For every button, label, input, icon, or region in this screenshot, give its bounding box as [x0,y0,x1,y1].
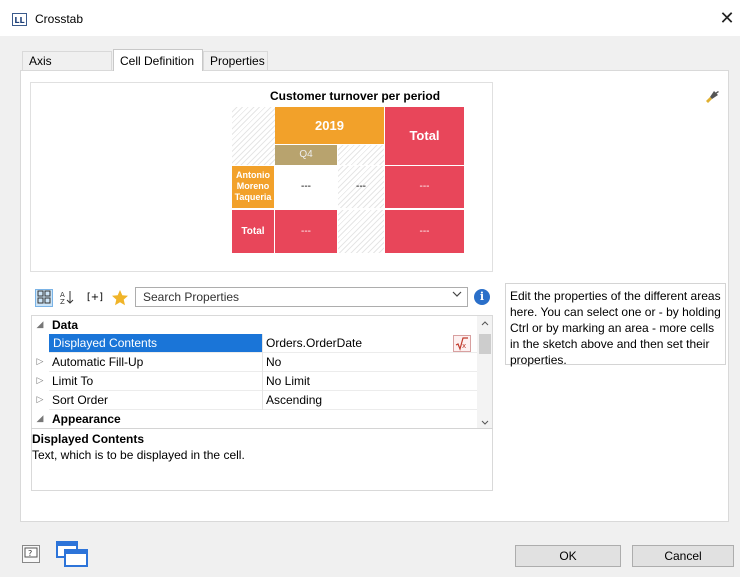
collapse-icon[interactable]: ◢ [34,316,46,335]
row-divider [49,371,477,372]
description-box: Edit the properties of the different are… [505,283,726,367]
grand-total-cell[interactable]: --- [385,210,464,253]
search-input[interactable]: Search Properties [135,287,468,307]
help-divider [31,428,493,429]
column-total-header-cell[interactable]: Total [385,107,464,165]
tab-properties[interactable]: Properties [203,51,268,70]
sort-az-icon[interactable]: AZ [58,289,76,307]
sketch-empty-corner [232,107,275,165]
property-grid-scrollbar[interactable] [477,316,492,428]
app-icon: LL [12,13,27,26]
paintbrush-icon[interactable] [703,88,721,106]
scroll-up-icon[interactable] [480,318,490,328]
scroll-down-icon[interactable] [480,416,490,426]
column-header-cell[interactable]: 2019 [275,107,384,144]
search-dropdown-chevron-icon[interactable] [449,289,465,305]
expand-icon[interactable]: ▷ [34,353,46,372]
row-divider [49,390,477,391]
row-divider [49,352,477,353]
formula-icon[interactable]: x [453,335,471,352]
categorized-view-icon[interactable] [35,289,53,307]
expand-icon[interactable]: ▷ [34,391,46,410]
column-subheader-cell[interactable]: Q4 [275,145,337,165]
property-row-sort-order[interactable]: ▷ Sort Order Ascending [32,391,477,410]
property-row-displayed-contents[interactable]: Displayed Contents Orders.OrderDate [32,334,477,353]
expand-icon[interactable]: ▷ [34,372,46,391]
title-bar: LL Crosstab ✕ [0,0,740,36]
tab-cell-definition[interactable]: Cell Definition [113,49,203,71]
expand-all-icon[interactable]: [+] [84,289,106,307]
property-row-limit-to[interactable]: ▷ Limit To No Limit [32,372,477,391]
category-data[interactable]: ◢ Data [32,316,477,335]
cancel-button[interactable]: Cancel [632,545,734,567]
row-total-header-cell[interactable]: Total [232,210,274,253]
row-header-cell[interactable]: Antonio Moreno Taqueria [232,166,274,208]
sketch-empty-subheader [338,145,384,165]
help-title: Displayed Contents [32,432,145,446]
help-text: Text, which is to be displayed in the ce… [32,448,245,462]
svg-text:x: x [462,342,466,350]
column-splitter[interactable] [262,334,263,410]
tab-axis-definition[interactable]: Axis Definition [22,51,112,87]
sketch-empty-cell [338,210,384,253]
favorites-star-icon[interactable] [111,289,129,307]
property-value[interactable]: Orders.OrderDate [266,334,362,353]
category-appearance[interactable]: ◢ Appearance [32,410,477,429]
info-icon[interactable]: i [474,289,490,305]
data-cell[interactable]: --- [275,166,337,208]
help-icon[interactable]: ? [22,545,40,563]
svg-text:Z: Z [60,298,65,305]
property-name: Displayed Contents [53,336,158,350]
data-cell-sub[interactable]: --- [338,166,384,208]
sketch-title: Customer turnover per period [270,89,441,103]
close-icon[interactable]: ✕ [715,8,739,29]
row-divider [49,409,477,410]
row-total-cell[interactable]: --- [385,166,464,208]
ok-button[interactable]: OK [515,545,621,567]
svg-text:?: ? [28,549,32,558]
column-total-cell[interactable]: --- [275,210,337,253]
windows-icon[interactable] [55,540,89,568]
property-row-automatic-fill-up[interactable]: ▷ Automatic Fill-Up No [32,353,477,372]
collapse-icon[interactable]: ◢ [34,410,46,429]
window-title: Crosstab [35,12,84,26]
scroll-thumb[interactable] [479,334,491,354]
